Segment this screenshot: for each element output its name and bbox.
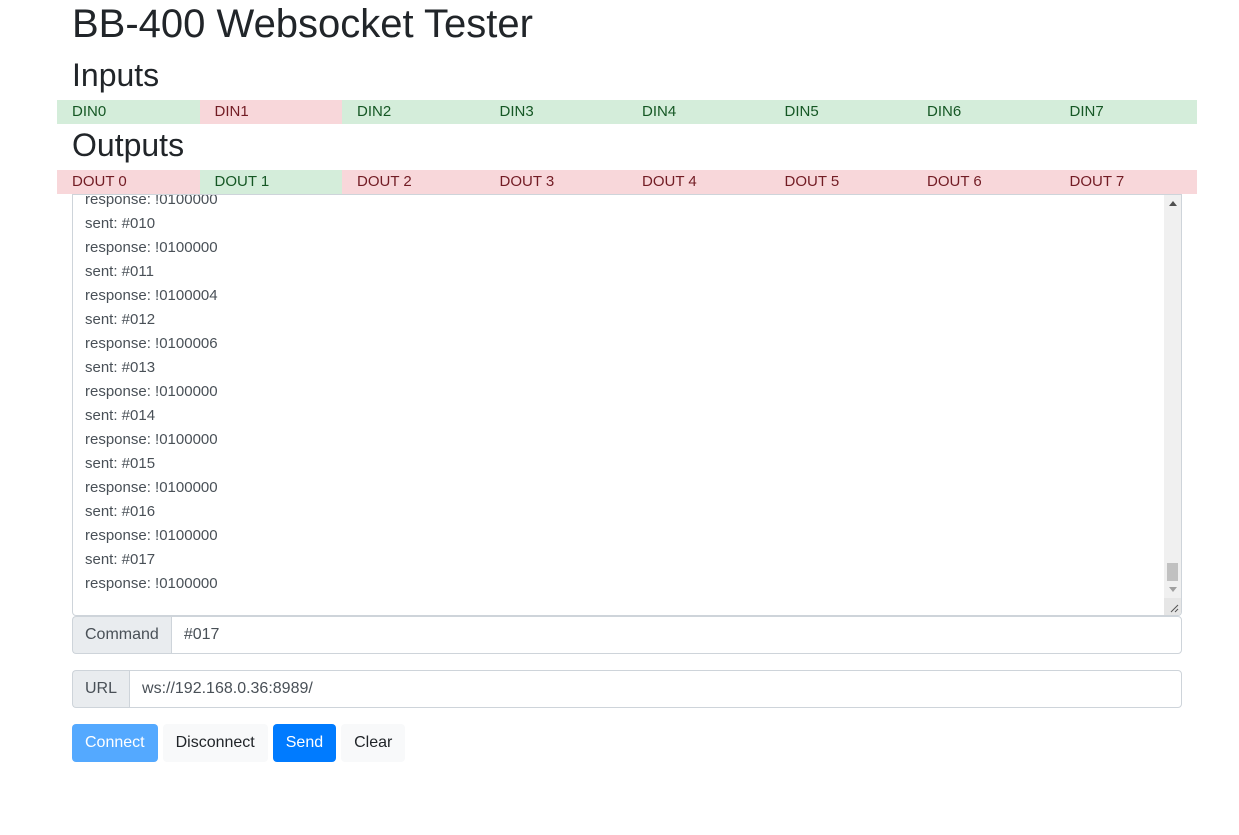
log-line: sent: #010 [85,215,156,232]
inputs-row: DIN0 DIN1 DIN2 DIN3 DIN4 DIN5 DIN6 DIN7 [57,100,1197,124]
dout-toggle-5[interactable]: DOUT 5 [769,170,912,194]
log-line: response: !0100000 [85,527,218,544]
url-label: URL [72,670,130,708]
log-line: sent: #012 [85,311,156,328]
inputs-heading: Inputs [72,57,160,93]
din-indicator-0: DIN0 [57,100,200,124]
message-log-textarea[interactable]: response: !0100000 sent: #010 response: !0… [72,194,1182,616]
dout-toggle-0[interactable]: DOUT 0 [57,170,200,194]
dout-toggle-1[interactable]: DOUT 1 [199,170,342,194]
url-input-group: URL [72,670,1182,708]
log-line: sent: #014 [85,407,156,424]
log-line: response: !0100000 [85,239,218,256]
url-input[interactable] [129,670,1182,708]
log-line: sent: #016 [85,503,156,520]
log-line: response: !0100000 [85,431,218,448]
dout-toggle-7[interactable]: DOUT 7 [1054,170,1197,194]
connect-button[interactable]: Connect [72,724,158,762]
log-lines: response: !0100000 sent: #010 response: !0… [85,194,218,596]
dout-toggle-2[interactable]: DOUT 2 [342,170,485,194]
command-input-group: Command [72,616,1182,654]
log-scrollbar[interactable] [1164,195,1181,599]
din-indicator-7: DIN7 [1054,100,1197,124]
button-bar: Connect Disconnect Send Clear [72,724,406,762]
page-title: BB-400 Websocket Tester [72,2,533,46]
din-indicator-5: DIN5 [769,100,912,124]
dout-toggle-3[interactable]: DOUT 3 [484,170,627,194]
din-indicator-4: DIN4 [627,100,770,124]
din-indicator-6: DIN6 [912,100,1055,124]
clear-button[interactable]: Clear [341,724,406,762]
log-line: sent: #015 [85,455,156,472]
outputs-heading: Outputs [72,127,185,163]
log-line: response: !0100000 [85,479,218,496]
command-input[interactable] [170,616,1182,654]
log-line: response: !0100000 [85,194,218,208]
log-line: sent: #017 [85,551,156,568]
disconnect-button[interactable]: Disconnect [162,724,268,762]
scrollbar-thumb[interactable] [1167,563,1178,581]
din-indicator-1: DIN1 [199,100,342,124]
resize-handle-icon[interactable] [1164,598,1181,615]
log-line: response: !0100004 [85,287,218,304]
scroll-up-arrow-icon[interactable] [1169,201,1177,206]
outputs-row: DOUT 0 DOUT 1 DOUT 2 DOUT 3 DOUT 4 DOUT 5 DOUT… [57,170,1197,194]
send-button[interactable]: Send [272,724,337,762]
log-line: sent: #013 [85,359,156,376]
command-label: Command [72,616,171,654]
log-line: response: !0100006 [85,335,218,352]
din-indicator-2: DIN2 [342,100,485,124]
scroll-down-arrow-icon[interactable] [1169,587,1177,592]
dout-toggle-4[interactable]: DOUT 4 [627,170,770,194]
dout-toggle-6[interactable]: DOUT 6 [912,170,1055,194]
log-line: sent: #011 [85,263,154,280]
log-line: response: !0100000 [85,383,218,400]
din-indicator-3: DIN3 [484,100,627,124]
log-line: response: !0100000 [85,575,218,592]
